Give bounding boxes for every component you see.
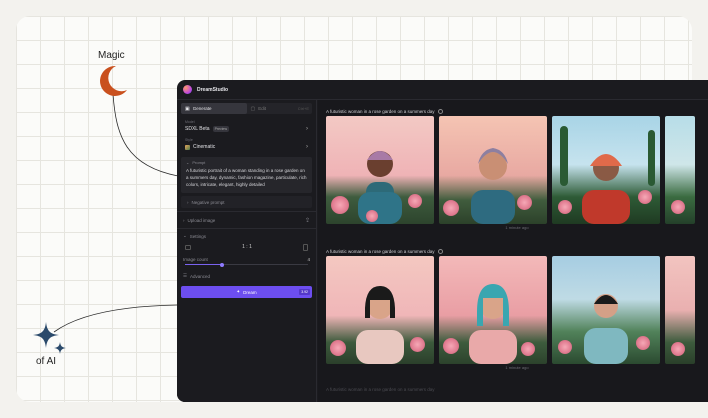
- tab-edit[interactable]: ▢ Edit Ctrl+E: [247, 103, 313, 114]
- model-value: SDXL Beta: [185, 126, 210, 132]
- image-count-slider[interactable]: [185, 262, 308, 267]
- advanced-icon: ☰: [183, 273, 188, 278]
- dreamstudio-logo-icon[interactable]: [183, 85, 192, 94]
- brand-name: DreamStudio: [197, 86, 229, 93]
- prompt-text[interactable]: A futuristic portrait of a woman standin…: [186, 167, 307, 188]
- chevron-down-icon: ⌄: [183, 233, 187, 238]
- generated-image[interactable]: [326, 256, 434, 364]
- preview-badge: Preview: [212, 126, 230, 132]
- dream-label: Dream: [243, 289, 257, 295]
- model-label: Model: [185, 120, 195, 124]
- generated-image[interactable]: [439, 256, 547, 364]
- edit-shortcut: Ctrl+E: [297, 106, 309, 111]
- slider-handle[interactable]: [219, 262, 224, 267]
- advanced-toggle[interactable]: ☰ Advanced: [177, 269, 316, 283]
- tab-generate-label: Generate: [192, 106, 212, 111]
- upload-image-toggle[interactable]: › Upload image ⇪: [177, 215, 316, 225]
- generated-image[interactable]: [552, 256, 660, 364]
- sparkle-icon: [33, 322, 66, 354]
- prompt-label: Prompt: [192, 160, 206, 165]
- style-thumbnail: [185, 144, 190, 150]
- result-prompt-1: A futuristic woman in a rose garden on a…: [326, 108, 435, 114]
- timestamp: 1 minute ago: [505, 365, 529, 370]
- portrait-icon[interactable]: [303, 243, 308, 251]
- slider-fill: [185, 264, 222, 265]
- results-panel: A futuristic woman in a rose garden on a…: [318, 100, 708, 402]
- style-selector[interactable]: Style Cinematic ›: [177, 135, 316, 153]
- generated-image[interactable]: [665, 256, 695, 364]
- info-icon[interactable]: [437, 248, 443, 254]
- generated-image[interactable]: [552, 116, 660, 224]
- style-label: Style: [185, 138, 193, 142]
- settings-toggle[interactable]: ⌄ Settings: [177, 232, 316, 240]
- chevron-right-icon: ›: [306, 144, 308, 150]
- generated-image[interactable]: [326, 116, 434, 224]
- edit-icon: ▢: [250, 105, 256, 112]
- generate-icon: ▣: [185, 105, 190, 112]
- dream-icon: ✦: [236, 289, 241, 294]
- tab-edit-label: Edit: [258, 106, 266, 111]
- mode-tabs: ▣ Generate ▢ Edit Ctrl+E: [181, 103, 312, 114]
- sidebar: ▣ Generate ▢ Edit Ctrl+E Model SDXL Beta…: [177, 100, 317, 402]
- aspect-ratio-value: 1 : 1: [242, 244, 252, 250]
- negative-prompt-label: Negative prompt: [191, 199, 225, 205]
- upload-icon[interactable]: ⇪: [305, 217, 310, 224]
- negative-prompt-toggle[interactable]: › Negative prompt: [181, 196, 312, 208]
- tab-generate[interactable]: ▣ Generate: [181, 103, 247, 114]
- upload-image-label: Upload image: [187, 217, 216, 223]
- chevron-right-icon: ›: [306, 126, 308, 132]
- style-value: Cinematic: [193, 144, 216, 150]
- dreamstudio-window: DreamStudio ▣ Generate ▢ Edit Ctrl+E Mod…: [177, 80, 708, 402]
- result-prompt-2: A futuristic woman in a rose garden on a…: [326, 248, 435, 254]
- image-count-row: Image count 4: [177, 254, 316, 264]
- credit-cost-badge: 3.92: [299, 289, 310, 295]
- generated-image[interactable]: [439, 116, 547, 224]
- advanced-label: Advanced: [190, 273, 211, 279]
- chevron-down-icon: ⌄: [186, 160, 190, 165]
- result-group-1: A futuristic woman in a rose garden on a…: [326, 106, 708, 232]
- scroll-fade: [318, 382, 708, 402]
- dream-button[interactable]: ✦ Dream 3.92: [181, 286, 312, 298]
- settings-label: Settings: [189, 233, 207, 239]
- timestamp: 1 minute ago: [505, 225, 529, 230]
- top-bar: DreamStudio: [177, 80, 708, 100]
- chevron-right-icon: ›: [183, 217, 185, 223]
- divider: [177, 211, 316, 212]
- generated-image[interactable]: [665, 116, 695, 224]
- magic-label: Magic: [98, 50, 125, 61]
- crescent-moon-icon: [100, 65, 127, 96]
- info-icon[interactable]: [437, 108, 443, 114]
- prompt-box[interactable]: ⌄ Prompt A futuristic portrait of a woma…: [181, 157, 312, 193]
- chevron-right-icon: ›: [187, 199, 189, 205]
- result-group-2: A futuristic woman in a rose garden on a…: [326, 246, 708, 372]
- image-count-label: Image count: [183, 256, 208, 262]
- divider: [177, 228, 316, 229]
- aspect-ratio-control[interactable]: 1 : 1: [177, 240, 316, 254]
- of-ai-label: of AI: [36, 356, 57, 367]
- model-selector[interactable]: Model SDXL Beta Preview ›: [177, 117, 316, 135]
- image-count-value: 4: [307, 256, 310, 262]
